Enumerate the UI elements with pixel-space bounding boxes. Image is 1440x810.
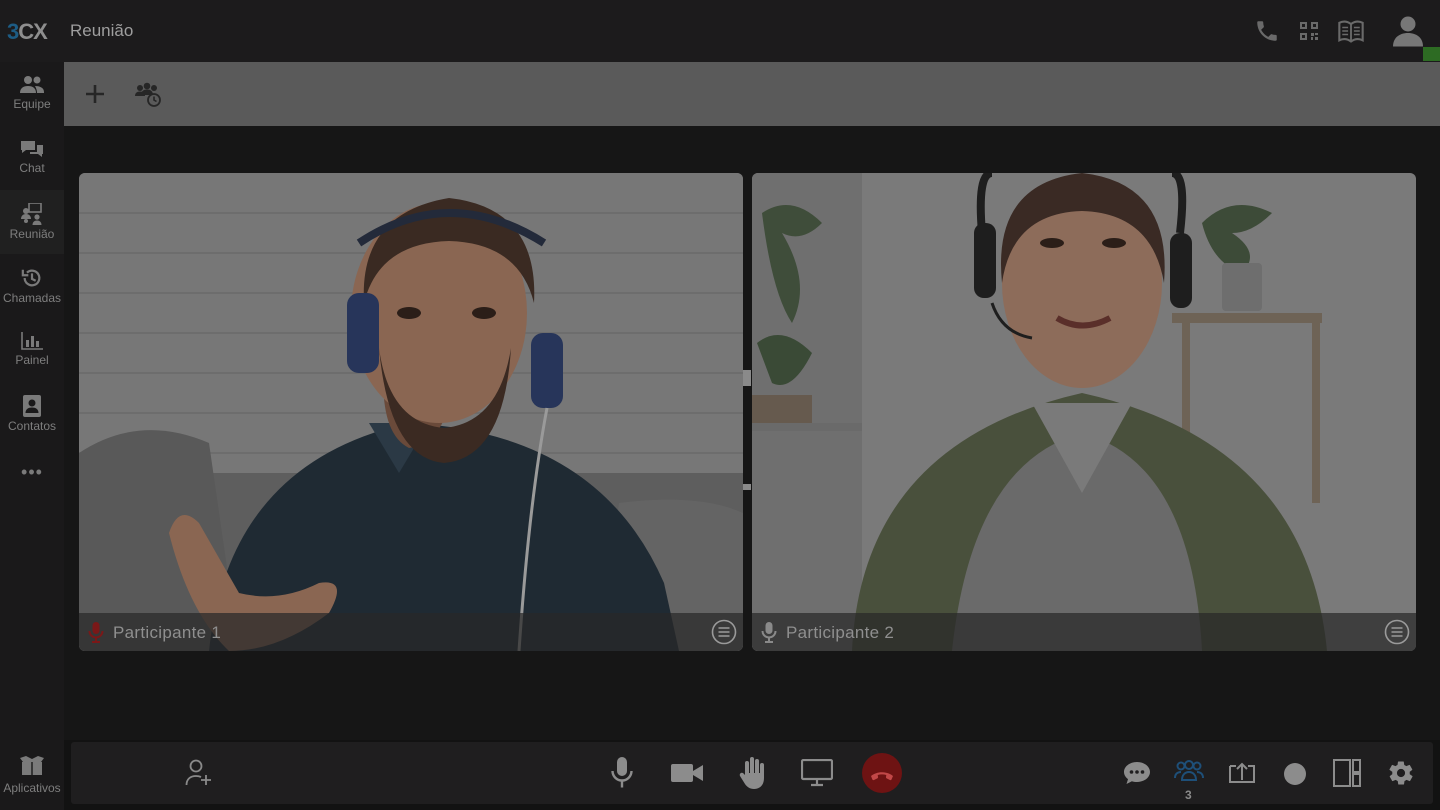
team-icon xyxy=(20,76,44,93)
settings-button[interactable] xyxy=(1387,759,1415,792)
page-title: Reunião xyxy=(70,21,134,40)
meeting-icon xyxy=(21,203,42,225)
chat-bubble-icon xyxy=(1124,762,1150,784)
video-tile-participant-2[interactable]: Participante 2 xyxy=(752,173,1416,651)
sidebar-item-equipe[interactable]: Equipe xyxy=(0,62,64,126)
sidebar-item-aplicativos[interactable]: Aplicativos xyxy=(0,756,64,797)
sidebar-item-contatos[interactable]: Contatos xyxy=(0,382,64,446)
video-tile-participant-1[interactable]: Participante 1 xyxy=(79,173,743,651)
phone-icon[interactable] xyxy=(1254,17,1280,50)
monitor-icon xyxy=(800,758,834,787)
microphone-icon xyxy=(611,757,633,788)
sidebar-item-chamadas[interactable]: Chamadas xyxy=(0,254,64,318)
chat-icon xyxy=(21,141,43,157)
layout-button[interactable] xyxy=(1333,759,1361,792)
record-dot-icon xyxy=(1284,763,1306,785)
sidebar: Equipe Chat Reunião Chamadas Painel Cont… xyxy=(0,62,64,810)
meeting-toolbar xyxy=(64,62,1440,127)
status-indicator xyxy=(1423,47,1440,61)
microphone-button[interactable] xyxy=(609,756,635,795)
participants-button[interactable] xyxy=(1174,760,1204,789)
sidebar-item-reuniao[interactable]: Reunião xyxy=(0,190,64,254)
apps-box-icon xyxy=(20,756,44,775)
qr-code-icon[interactable] xyxy=(1297,17,1321,50)
book-icon[interactable] xyxy=(1337,17,1365,50)
raise-hand-icon xyxy=(739,757,764,789)
mic-muted-icon xyxy=(87,621,105,648)
participant-1-name: Participante 1 xyxy=(113,623,222,642)
participants-icon xyxy=(1174,760,1204,781)
record-button[interactable] xyxy=(1283,762,1307,791)
participant-1-menu-icon[interactable] xyxy=(711,619,737,650)
add-participant-icon xyxy=(185,759,211,786)
raise-hand-button[interactable] xyxy=(739,756,767,795)
app-logo: 3CX xyxy=(7,19,48,44)
camera-button[interactable] xyxy=(671,762,703,789)
participant-2-info-bar: Participante 2 xyxy=(752,613,1416,651)
tile-splitter xyxy=(743,370,751,500)
upload-share-button[interactable] xyxy=(1228,760,1256,791)
hang-up-button[interactable] xyxy=(862,753,902,793)
call-controls-bar: 3 xyxy=(71,742,1433,804)
add-participant-button[interactable] xyxy=(185,758,213,793)
participant-2-name: Participante 2 xyxy=(786,623,895,642)
history-icon xyxy=(21,269,41,287)
share-upload-icon xyxy=(1229,762,1255,783)
participant-2-menu-icon[interactable] xyxy=(1384,619,1410,650)
participant-1-video-image xyxy=(79,173,743,651)
user-avatar-icon[interactable] xyxy=(1390,12,1426,53)
more-menu-button[interactable]: ••• xyxy=(0,462,64,483)
gear-icon xyxy=(1389,761,1413,785)
hang-up-phone-icon xyxy=(871,772,893,781)
mic-icon xyxy=(760,621,778,648)
contacts-icon xyxy=(23,395,41,417)
participant-1-info-bar: Participante 1 xyxy=(79,613,743,651)
sidebar-item-chat[interactable]: Chat xyxy=(0,126,64,190)
participant-count: 3 xyxy=(1185,788,1192,802)
video-camera-icon xyxy=(671,764,703,782)
add-icon[interactable] xyxy=(84,83,106,110)
chat-button[interactable] xyxy=(1123,760,1151,791)
sidebar-item-painel[interactable]: Painel xyxy=(0,318,64,382)
panel-chart-icon xyxy=(21,332,43,350)
layout-grid-icon xyxy=(1333,759,1361,787)
screen-share-button[interactable] xyxy=(800,758,834,792)
participant-2-video-image xyxy=(752,173,1416,651)
top-bar: 3CX Reunião xyxy=(0,0,1440,62)
scheduled-meeting-icon[interactable] xyxy=(135,80,161,113)
